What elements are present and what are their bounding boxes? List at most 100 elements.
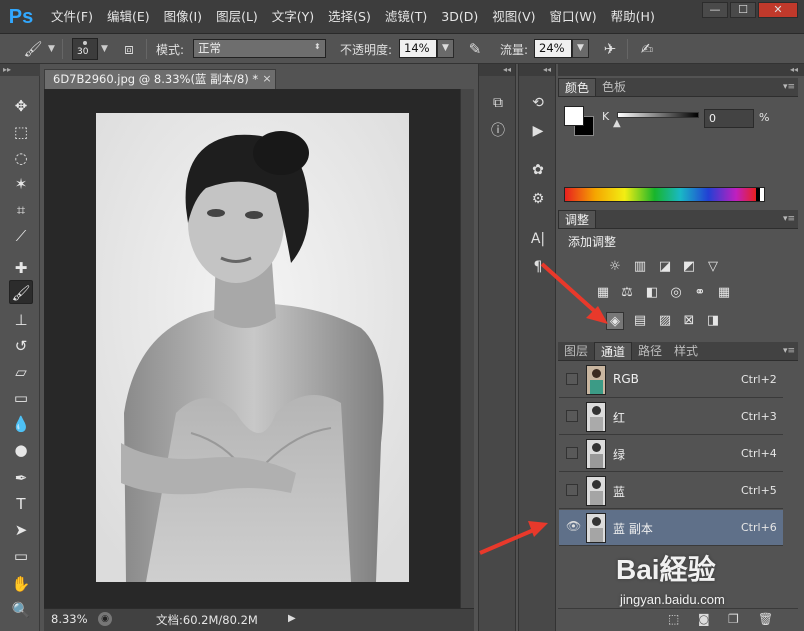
lasso-tool-icon[interactable]: ◌	[9, 146, 33, 170]
brush-panel-icon[interactable]: ⧈	[118, 38, 140, 60]
document-image[interactable]	[96, 113, 409, 582]
brush-tool-icon[interactable]: 🖌	[22, 38, 44, 60]
menu-layer[interactable]: 图层(L)	[209, 0, 265, 34]
foreground-color-swatch[interactable]	[564, 106, 584, 126]
visibility-toggle[interactable]	[566, 484, 578, 496]
menu-view[interactable]: 视图(V)	[485, 0, 542, 34]
marquee-tool-icon[interactable]: ⬚	[9, 120, 33, 144]
tab-layers[interactable]: 图层	[558, 342, 594, 360]
type-tool-icon[interactable]: T	[9, 492, 33, 516]
threshold-icon[interactable]: ▨	[656, 312, 674, 330]
crop-tool-icon[interactable]: ⌗	[9, 198, 33, 222]
minimize-button[interactable]: —	[702, 2, 728, 18]
tool-preset-dropdown-icon[interactable]: ▼	[48, 44, 55, 54]
pressure-opacity-icon[interactable]: ✎	[464, 38, 486, 60]
delete-channel-icon[interactable]: 🗑	[758, 612, 773, 626]
levels-icon[interactable]: ▥	[631, 258, 649, 276]
brush-presets-icon[interactable]: ✿	[527, 159, 549, 181]
menu-select[interactable]: 选择(S)	[321, 0, 378, 34]
visibility-toggle[interactable]	[566, 410, 578, 422]
channel-row-rgb[interactable]: RGB Ctrl+2	[559, 362, 783, 398]
load-selection-icon[interactable]: ⬚	[668, 612, 679, 626]
panel-menu-icon[interactable]: ▾≡	[780, 212, 798, 226]
dock-collapse-icon[interactable]: ◂◂	[519, 64, 555, 76]
tools-panel-grip-icon[interactable]: ▸▸	[0, 64, 40, 76]
menu-image[interactable]: 图像(I)	[157, 0, 209, 34]
k-value-input[interactable]: 0	[704, 109, 754, 128]
path-selection-tool-icon[interactable]: ➤	[9, 518, 33, 542]
hand-tool-icon[interactable]: ✋	[9, 572, 33, 596]
zoom-tool-icon[interactable]: 🔍	[9, 598, 33, 622]
posterize-icon[interactable]: ▤	[631, 312, 649, 330]
visibility-toggle[interactable]	[566, 373, 578, 385]
panel-menu-icon[interactable]: ▾≡	[780, 344, 798, 358]
visibility-toggle[interactable]	[566, 447, 578, 459]
tab-swatches[interactable]: 色板	[596, 78, 632, 96]
pen-tool-icon[interactable]: ✒	[9, 466, 33, 490]
dock-collapse-icon[interactable]: ◂◂	[479, 64, 515, 76]
navigator-icon[interactable]: ⧉	[487, 92, 509, 114]
info-icon[interactable]: ⓘ	[487, 120, 509, 142]
panel-menu-icon[interactable]: ▾≡	[780, 80, 798, 94]
document-close-icon[interactable]: ×	[258, 69, 276, 89]
document-tab[interactable]: 6D7B2960.jpg @ 8.33%(蓝 副本/8) *	[44, 69, 276, 89]
menu-edit[interactable]: 编辑(E)	[100, 0, 157, 34]
tab-adjustments[interactable]: 调整	[558, 210, 597, 228]
clone-stamp-tool-icon[interactable]: ⊥	[9, 308, 33, 332]
tab-styles[interactable]: 样式	[668, 342, 704, 360]
k-slider-handle-icon[interactable]: ▲	[613, 118, 621, 129]
save-selection-icon[interactable]: ◙	[698, 612, 710, 626]
magic-wand-tool-icon[interactable]: ✶	[9, 172, 33, 196]
menu-filter[interactable]: 滤镜(T)	[378, 0, 434, 34]
eraser-tool-icon[interactable]: ▱	[9, 360, 33, 384]
brush-preset-picker[interactable]: 30	[72, 38, 98, 60]
tab-paths[interactable]: 路径	[632, 342, 668, 360]
menu-type[interactable]: 文字(Y)	[265, 0, 321, 34]
status-menu-arrow-icon[interactable]: ▶	[288, 613, 296, 624]
color-balance-icon[interactable]: ⚖	[618, 284, 636, 302]
maximize-button[interactable]: ☐	[730, 2, 756, 18]
history-brush-tool-icon[interactable]: ↺	[9, 334, 33, 358]
menu-3d[interactable]: 3D(D)	[434, 0, 485, 34]
brush-preset-dropdown-icon[interactable]: ▼	[101, 44, 108, 54]
new-channel-icon[interactable]: ❐	[728, 612, 739, 626]
tool-presets-icon[interactable]: ⚙	[527, 188, 549, 210]
opacity-input[interactable]: 14%	[399, 39, 437, 58]
channel-row-red[interactable]: 红 Ctrl+3	[559, 399, 783, 435]
color-lookup-icon[interactable]: ▦	[715, 284, 733, 302]
curves-icon[interactable]: ◪	[656, 258, 674, 276]
healing-brush-tool-icon[interactable]: ✚	[9, 256, 33, 280]
gradient-map-icon[interactable]: ◨	[704, 312, 722, 330]
gradient-tool-icon[interactable]: ▭	[9, 386, 33, 410]
selective-color-icon[interactable]: ⊠	[680, 312, 698, 330]
menu-window[interactable]: 窗口(W)	[543, 0, 604, 34]
history-icon[interactable]: ⟲	[527, 92, 549, 114]
brush-tool-icon[interactable]: 🖌	[9, 280, 33, 304]
eyedropper-tool-icon[interactable]: ⟋	[9, 224, 33, 248]
k-slider[interactable]	[617, 112, 699, 118]
photo-filter-icon[interactable]: ◎	[667, 284, 685, 302]
vibrance-icon[interactable]: ▽	[704, 258, 722, 276]
pressure-size-icon[interactable]: ✍	[636, 38, 658, 60]
flow-input[interactable]: 24%	[534, 39, 572, 58]
tab-color[interactable]: 颜色	[558, 78, 597, 96]
character-icon[interactable]: A|	[527, 228, 549, 250]
exposure-icon[interactable]: ◩	[680, 258, 698, 276]
panels-collapse-icon[interactable]: ◂◂	[558, 64, 804, 76]
menu-file[interactable]: 文件(F)	[44, 0, 100, 34]
status-info-icon[interactable]: ◉	[98, 612, 112, 626]
actions-play-icon[interactable]: ▶	[527, 120, 549, 142]
dodge-tool-icon[interactable]: ●	[9, 438, 33, 462]
channel-row-blue-copy[interactable]: 👁 蓝 副本 Ctrl+6	[559, 510, 783, 546]
flow-dropdown-icon[interactable]: ▼	[572, 39, 589, 58]
menu-help[interactable]: 帮助(H)	[604, 0, 662, 34]
color-spectrum-ramp[interactable]	[564, 187, 765, 202]
rectangle-tool-icon[interactable]: ▭	[9, 544, 33, 568]
mode-select[interactable]: 正常	[193, 39, 326, 58]
move-tool-icon[interactable]: ✥	[9, 94, 33, 118]
channel-row-blue[interactable]: 蓝 Ctrl+5	[559, 473, 783, 509]
zoom-level[interactable]: 8.33%	[51, 612, 88, 626]
close-button[interactable]: ✕	[758, 2, 798, 18]
opacity-dropdown-icon[interactable]: ▼	[437, 39, 454, 58]
blur-tool-icon[interactable]: 💧	[9, 412, 33, 436]
